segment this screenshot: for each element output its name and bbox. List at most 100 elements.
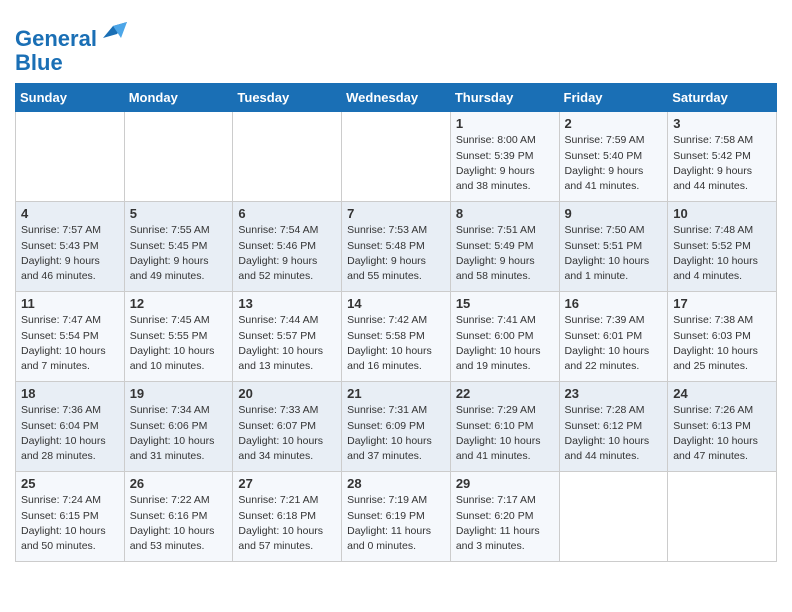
day-number: 18	[21, 386, 119, 401]
day-info: Sunrise: 7:59 AM Sunset: 5:40 PM Dayligh…	[565, 133, 663, 194]
day-number: 14	[347, 296, 445, 311]
calendar-cell: 20 Sunrise: 7:33 AM Sunset: 6:07 PM Dayli…	[233, 382, 342, 472]
calendar-week-row: 18 Sunrise: 7:36 AM Sunset: 6:04 PM Dayli…	[16, 382, 777, 472]
day-number: 3	[673, 116, 771, 131]
day-info: Sunrise: 7:48 AM Sunset: 5:52 PM Dayligh…	[673, 223, 771, 284]
day-info: Sunrise: 7:24 AM Sunset: 6:15 PM Dayligh…	[21, 493, 119, 554]
calendar-cell: 4 Sunrise: 7:57 AM Sunset: 5:43 PM Daylig…	[16, 202, 125, 292]
calendar-cell: 28 Sunrise: 7:19 AM Sunset: 6:19 PM Dayli…	[342, 472, 451, 562]
logo-general: General	[15, 26, 97, 51]
calendar-table: SundayMondayTuesdayWednesdayThursdayFrid…	[15, 83, 777, 562]
calendar-cell: 11 Sunrise: 7:47 AM Sunset: 5:54 PM Dayli…	[16, 292, 125, 382]
day-info: Sunrise: 7:21 AM Sunset: 6:18 PM Dayligh…	[238, 493, 336, 554]
day-number: 8	[456, 206, 554, 221]
calendar-cell: 18 Sunrise: 7:36 AM Sunset: 6:04 PM Dayli…	[16, 382, 125, 472]
day-info: Sunrise: 8:00 AM Sunset: 5:39 PM Dayligh…	[456, 133, 554, 194]
day-info: Sunrise: 7:57 AM Sunset: 5:43 PM Dayligh…	[21, 223, 119, 284]
calendar-cell: 7 Sunrise: 7:53 AM Sunset: 5:48 PM Daylig…	[342, 202, 451, 292]
calendar-header: SundayMondayTuesdayWednesdayThursdayFrid…	[16, 84, 777, 112]
calendar-cell: 16 Sunrise: 7:39 AM Sunset: 6:01 PM Dayli…	[559, 292, 668, 382]
logo-blue: Blue	[15, 50, 63, 75]
logo: General Blue	[15, 18, 127, 75]
calendar-cell: 10 Sunrise: 7:48 AM Sunset: 5:52 PM Dayli…	[668, 202, 777, 292]
day-info: Sunrise: 7:47 AM Sunset: 5:54 PM Dayligh…	[21, 313, 119, 374]
calendar-cell: 24 Sunrise: 7:26 AM Sunset: 6:13 PM Dayli…	[668, 382, 777, 472]
day-info: Sunrise: 7:36 AM Sunset: 6:04 PM Dayligh…	[21, 403, 119, 464]
day-info: Sunrise: 7:58 AM Sunset: 5:42 PM Dayligh…	[673, 133, 771, 194]
weekday-header-tuesday: Tuesday	[233, 84, 342, 112]
calendar-cell: 9 Sunrise: 7:50 AM Sunset: 5:51 PM Daylig…	[559, 202, 668, 292]
day-number: 1	[456, 116, 554, 131]
day-info: Sunrise: 7:39 AM Sunset: 6:01 PM Dayligh…	[565, 313, 663, 374]
day-number: 26	[130, 476, 228, 491]
day-number: 11	[21, 296, 119, 311]
day-info: Sunrise: 7:54 AM Sunset: 5:46 PM Dayligh…	[238, 223, 336, 284]
day-number: 16	[565, 296, 663, 311]
header: General Blue	[15, 10, 777, 75]
day-number: 5	[130, 206, 228, 221]
day-info: Sunrise: 7:17 AM Sunset: 6:20 PM Dayligh…	[456, 493, 554, 554]
calendar-cell: 15 Sunrise: 7:41 AM Sunset: 6:00 PM Dayli…	[450, 292, 559, 382]
day-info: Sunrise: 7:28 AM Sunset: 6:12 PM Dayligh…	[565, 403, 663, 464]
calendar-cell: 25 Sunrise: 7:24 AM Sunset: 6:15 PM Dayli…	[16, 472, 125, 562]
day-info: Sunrise: 7:53 AM Sunset: 5:48 PM Dayligh…	[347, 223, 445, 284]
day-number: 25	[21, 476, 119, 491]
day-number: 23	[565, 386, 663, 401]
day-info: Sunrise: 7:33 AM Sunset: 6:07 PM Dayligh…	[238, 403, 336, 464]
day-info: Sunrise: 7:51 AM Sunset: 5:49 PM Dayligh…	[456, 223, 554, 284]
calendar-cell: 23 Sunrise: 7:28 AM Sunset: 6:12 PM Dayli…	[559, 382, 668, 472]
day-info: Sunrise: 7:26 AM Sunset: 6:13 PM Dayligh…	[673, 403, 771, 464]
day-info: Sunrise: 7:42 AM Sunset: 5:58 PM Dayligh…	[347, 313, 445, 374]
calendar-cell: 19 Sunrise: 7:34 AM Sunset: 6:06 PM Dayli…	[124, 382, 233, 472]
weekday-header-sunday: Sunday	[16, 84, 125, 112]
calendar-cell: 5 Sunrise: 7:55 AM Sunset: 5:45 PM Daylig…	[124, 202, 233, 292]
day-number: 22	[456, 386, 554, 401]
day-number: 4	[21, 206, 119, 221]
day-info: Sunrise: 7:55 AM Sunset: 5:45 PM Dayligh…	[130, 223, 228, 284]
day-number: 24	[673, 386, 771, 401]
calendar-cell: 3 Sunrise: 7:58 AM Sunset: 5:42 PM Daylig…	[668, 112, 777, 202]
calendar-cell: 21 Sunrise: 7:31 AM Sunset: 6:09 PM Dayli…	[342, 382, 451, 472]
calendar-cell: 1 Sunrise: 8:00 AM Sunset: 5:39 PM Daylig…	[450, 112, 559, 202]
day-info: Sunrise: 7:38 AM Sunset: 6:03 PM Dayligh…	[673, 313, 771, 374]
calendar-cell: 2Sunrise: 7:59 AM Sunset: 5:40 PM Daylig…	[559, 112, 668, 202]
day-info: Sunrise: 7:31 AM Sunset: 6:09 PM Dayligh…	[347, 403, 445, 464]
weekday-header-row: SundayMondayTuesdayWednesdayThursdayFrid…	[16, 84, 777, 112]
day-number: 20	[238, 386, 336, 401]
day-info: Sunrise: 7:50 AM Sunset: 5:51 PM Dayligh…	[565, 223, 663, 284]
calendar-cell: 8 Sunrise: 7:51 AM Sunset: 5:49 PM Daylig…	[450, 202, 559, 292]
calendar-cell	[233, 112, 342, 202]
calendar-cell: 14 Sunrise: 7:42 AM Sunset: 5:58 PM Dayli…	[342, 292, 451, 382]
logo-bird-icon	[99, 18, 127, 46]
weekday-header-saturday: Saturday	[668, 84, 777, 112]
day-number: 9	[565, 206, 663, 221]
day-number: 7	[347, 206, 445, 221]
day-number: 10	[673, 206, 771, 221]
day-number: 17	[673, 296, 771, 311]
day-info: Sunrise: 7:22 AM Sunset: 6:16 PM Dayligh…	[130, 493, 228, 554]
day-info: Sunrise: 7:41 AM Sunset: 6:00 PM Dayligh…	[456, 313, 554, 374]
day-info: Sunrise: 7:34 AM Sunset: 6:06 PM Dayligh…	[130, 403, 228, 464]
calendar-cell: 29Sunrise: 7:17 AM Sunset: 6:20 PM Dayli…	[450, 472, 559, 562]
calendar-week-row: 4 Sunrise: 7:57 AM Sunset: 5:43 PM Daylig…	[16, 202, 777, 292]
day-number: 15	[456, 296, 554, 311]
day-number: 12	[130, 296, 228, 311]
calendar-cell: 17 Sunrise: 7:38 AM Sunset: 6:03 PM Dayli…	[668, 292, 777, 382]
day-number: 21	[347, 386, 445, 401]
weekday-header-thursday: Thursday	[450, 84, 559, 112]
calendar-cell	[124, 112, 233, 202]
calendar-cell	[16, 112, 125, 202]
calendar-body: 1 Sunrise: 8:00 AM Sunset: 5:39 PM Daylig…	[16, 112, 777, 562]
weekday-header-monday: Monday	[124, 84, 233, 112]
day-info: Sunrise: 7:19 AM Sunset: 6:19 PM Dayligh…	[347, 493, 445, 554]
calendar-cell	[342, 112, 451, 202]
calendar-cell: 12 Sunrise: 7:45 AM Sunset: 5:55 PM Dayli…	[124, 292, 233, 382]
day-number: 28	[347, 476, 445, 491]
calendar-cell: 27Sunrise: 7:21 AM Sunset: 6:18 PM Dayli…	[233, 472, 342, 562]
day-info: Sunrise: 7:29 AM Sunset: 6:10 PM Dayligh…	[456, 403, 554, 464]
calendar-cell: 26 Sunrise: 7:22 AM Sunset: 6:16 PM Dayli…	[124, 472, 233, 562]
day-info: Sunrise: 7:44 AM Sunset: 5:57 PM Dayligh…	[238, 313, 336, 374]
calendar-cell	[668, 472, 777, 562]
day-info: Sunrise: 7:45 AM Sunset: 5:55 PM Dayligh…	[130, 313, 228, 374]
day-number: 19	[130, 386, 228, 401]
